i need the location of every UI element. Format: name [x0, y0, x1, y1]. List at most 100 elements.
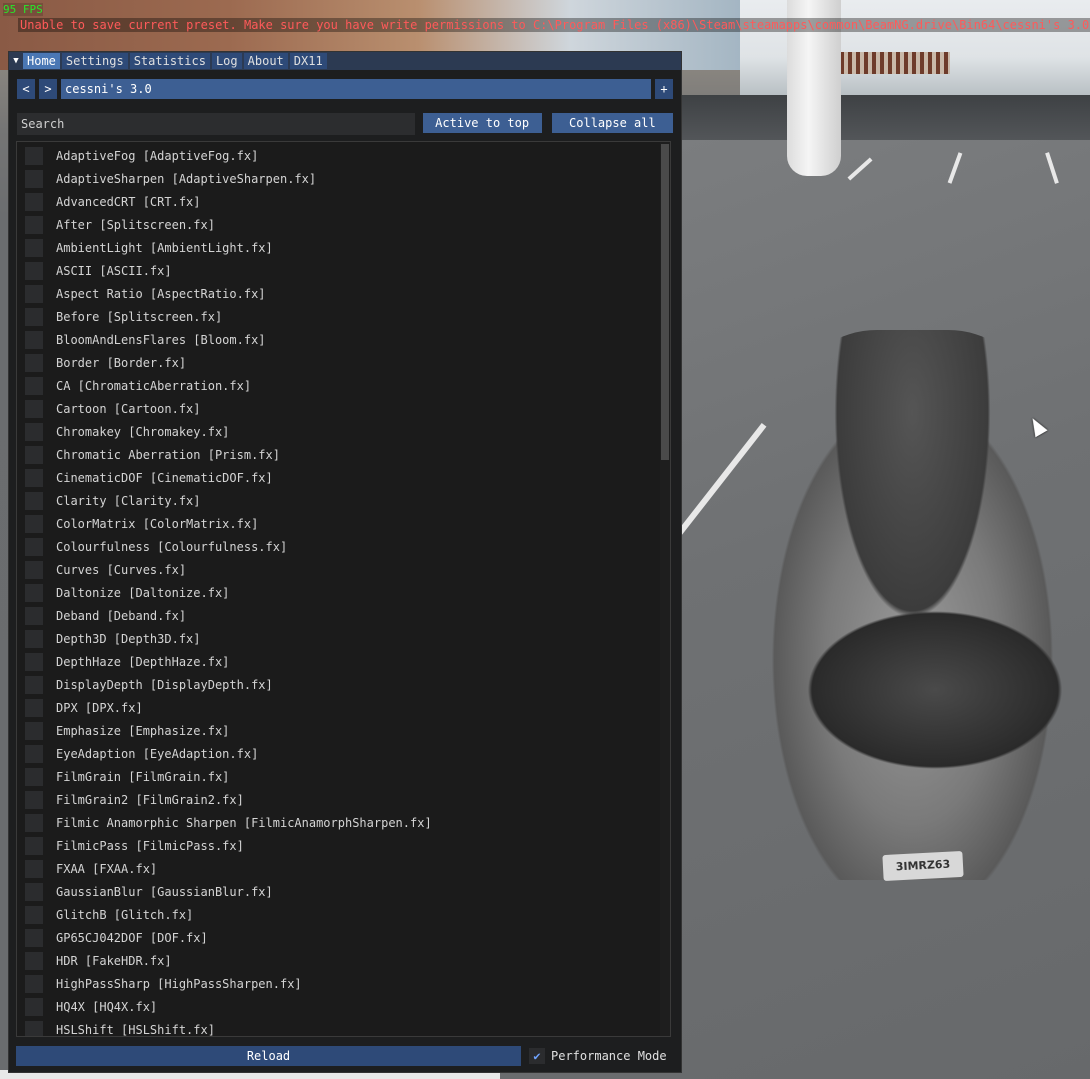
- effect-list-item[interactable]: Colourfulness [Colourfulness.fx]: [17, 535, 657, 558]
- effect-checkbox[interactable]: [25, 1020, 43, 1036]
- effect-list-item[interactable]: FilmicPass [FilmicPass.fx]: [17, 834, 657, 857]
- tab-dx11[interactable]: DX11: [289, 53, 327, 69]
- effect-checkbox[interactable]: [25, 583, 43, 602]
- effect-label[interactable]: Aspect Ratio [AspectRatio.fx]: [56, 287, 266, 301]
- effect-label[interactable]: DPX [DPX.fx]: [56, 701, 143, 715]
- effect-list-item[interactable]: CA [ChromaticAberration.fx]: [17, 374, 657, 397]
- effect-list-item[interactable]: Depth3D [Depth3D.fx]: [17, 627, 657, 650]
- effect-label[interactable]: Colourfulness [Colourfulness.fx]: [56, 540, 287, 554]
- effect-label[interactable]: DisplayDepth [DisplayDepth.fx]: [56, 678, 273, 692]
- effect-label[interactable]: EyeAdaption [EyeAdaption.fx]: [56, 747, 258, 761]
- effect-list-item[interactable]: EyeAdaption [EyeAdaption.fx]: [17, 742, 657, 765]
- effect-label[interactable]: GlitchB [Glitch.fx]: [56, 908, 193, 922]
- effect-list-item[interactable]: GP65CJ042DOF [DOF.fx]: [17, 926, 657, 949]
- effect-label[interactable]: HDR [FakeHDR.fx]: [56, 954, 172, 968]
- scrollbar[interactable]: [660, 142, 670, 1036]
- effect-label[interactable]: Emphasize [Emphasize.fx]: [56, 724, 229, 738]
- effect-checkbox[interactable]: [25, 698, 43, 717]
- effect-list-item[interactable]: BloomAndLensFlares [Bloom.fx]: [17, 328, 657, 351]
- effect-label[interactable]: GaussianBlur [GaussianBlur.fx]: [56, 885, 273, 899]
- effect-list-item[interactable]: AdvancedCRT [CRT.fx]: [17, 190, 657, 213]
- tab-log[interactable]: Log: [211, 53, 242, 69]
- effect-label[interactable]: HQ4X [HQ4X.fx]: [56, 1000, 157, 1014]
- effect-list-item[interactable]: FilmGrain2 [FilmGrain2.fx]: [17, 788, 657, 811]
- effect-list-item[interactable]: AmbientLight [AmbientLight.fx]: [17, 236, 657, 259]
- effect-label[interactable]: BloomAndLensFlares [Bloom.fx]: [56, 333, 266, 347]
- effect-checkbox[interactable]: [25, 629, 43, 648]
- effect-list-item[interactable]: HQ4X [HQ4X.fx]: [17, 995, 657, 1018]
- effect-checkbox[interactable]: [25, 560, 43, 579]
- effect-checkbox[interactable]: [25, 514, 43, 533]
- effect-list-item[interactable]: Chromakey [Chromakey.fx]: [17, 420, 657, 443]
- effect-checkbox[interactable]: [25, 422, 43, 441]
- effect-label[interactable]: GP65CJ042DOF [DOF.fx]: [56, 931, 208, 945]
- effect-label[interactable]: AdaptiveFog [AdaptiveFog.fx]: [56, 149, 258, 163]
- effect-checkbox[interactable]: [25, 606, 43, 625]
- effect-checkbox[interactable]: [25, 974, 43, 993]
- tab-about[interactable]: About: [243, 53, 288, 69]
- effect-list-item[interactable]: FXAA [FXAA.fx]: [17, 857, 657, 880]
- effect-label[interactable]: CA [ChromaticAberration.fx]: [56, 379, 251, 393]
- effect-checkbox[interactable]: [25, 215, 43, 234]
- effect-list-item[interactable]: ASCII [ASCII.fx]: [17, 259, 657, 282]
- next-preset-button[interactable]: >: [39, 79, 57, 99]
- performance-mode-checkbox[interactable]: ✔: [529, 1048, 545, 1064]
- active-to-top-button[interactable]: Active to top: [422, 113, 542, 133]
- effect-list-item[interactable]: Before [Splitscreen.fx]: [17, 305, 657, 328]
- effect-list-item[interactable]: Clarity [Clarity.fx]: [17, 489, 657, 512]
- effect-checkbox[interactable]: [25, 721, 43, 740]
- effect-list-item[interactable]: Emphasize [Emphasize.fx]: [17, 719, 657, 742]
- effect-checkbox[interactable]: [25, 767, 43, 786]
- effect-checkbox[interactable]: [25, 997, 43, 1016]
- effect-list-item[interactable]: GlitchB [Glitch.fx]: [17, 903, 657, 926]
- effect-checkbox[interactable]: [25, 169, 43, 188]
- effect-checkbox[interactable]: [25, 905, 43, 924]
- effect-checkbox[interactable]: [25, 491, 43, 510]
- effect-label[interactable]: Depth3D [Depth3D.fx]: [56, 632, 201, 646]
- effect-label[interactable]: Border [Border.fx]: [56, 356, 186, 370]
- effect-label[interactable]: HighPassSharp [HighPassSharpen.fx]: [56, 977, 302, 991]
- effect-label[interactable]: Chromakey [Chromakey.fx]: [56, 425, 229, 439]
- effect-label[interactable]: Chromatic Aberration [Prism.fx]: [56, 448, 280, 462]
- effect-label[interactable]: Filmic Anamorphic Sharpen [FilmicAnamorp…: [56, 816, 432, 830]
- effect-list-item[interactable]: Curves [Curves.fx]: [17, 558, 657, 581]
- effect-list-item[interactable]: AdaptiveFog [AdaptiveFog.fx]: [17, 144, 657, 167]
- effect-label[interactable]: Daltonize [Daltonize.fx]: [56, 586, 229, 600]
- effect-list-item[interactable]: HSLShift [HSLShift.fx]: [17, 1018, 657, 1037]
- effect-list-item[interactable]: Aspect Ratio [AspectRatio.fx]: [17, 282, 657, 305]
- effect-checkbox[interactable]: [25, 353, 43, 372]
- effect-checkbox[interactable]: [25, 744, 43, 763]
- effect-list-item[interactable]: CinematicDOF [CinematicDOF.fx]: [17, 466, 657, 489]
- effect-label[interactable]: ColorMatrix [ColorMatrix.fx]: [56, 517, 258, 531]
- effect-label[interactable]: AdaptiveSharpen [AdaptiveSharpen.fx]: [56, 172, 316, 186]
- effect-label[interactable]: FilmGrain [FilmGrain.fx]: [56, 770, 229, 784]
- effect-checkbox[interactable]: [25, 859, 43, 878]
- tab-settings[interactable]: Settings: [61, 53, 128, 69]
- effect-label[interactable]: HSLShift [HSLShift.fx]: [56, 1023, 215, 1037]
- tab-statistics[interactable]: Statistics: [129, 53, 210, 69]
- effect-list-item[interactable]: DisplayDepth [DisplayDepth.fx]: [17, 673, 657, 696]
- effect-list-item[interactable]: Daltonize [Daltonize.fx]: [17, 581, 657, 604]
- effect-label[interactable]: FilmGrain2 [FilmGrain2.fx]: [56, 793, 244, 807]
- effect-label[interactable]: CinematicDOF [CinematicDOF.fx]: [56, 471, 273, 485]
- effect-list-item[interactable]: Filmic Anamorphic Sharpen [FilmicAnamorp…: [17, 811, 657, 834]
- effect-checkbox[interactable]: [25, 652, 43, 671]
- effect-list-item[interactable]: GaussianBlur [GaussianBlur.fx]: [17, 880, 657, 903]
- effect-checkbox[interactable]: [25, 790, 43, 809]
- effect-list-item[interactable]: After [Splitscreen.fx]: [17, 213, 657, 236]
- effect-checkbox[interactable]: [25, 882, 43, 901]
- effect-list-item[interactable]: Deband [Deband.fx]: [17, 604, 657, 627]
- collapse-all-button[interactable]: Collapse all: [551, 113, 673, 133]
- effect-checkbox[interactable]: [25, 192, 43, 211]
- effect-label[interactable]: ASCII [ASCII.fx]: [56, 264, 172, 278]
- search-input[interactable]: [17, 113, 415, 135]
- tab-home[interactable]: Home: [23, 53, 60, 69]
- effect-checkbox[interactable]: [25, 376, 43, 395]
- effect-label[interactable]: Curves [Curves.fx]: [56, 563, 186, 577]
- effect-checkbox[interactable]: [25, 951, 43, 970]
- effect-list-item[interactable]: HDR [FakeHDR.fx]: [17, 949, 657, 972]
- effect-list-item[interactable]: Cartoon [Cartoon.fx]: [17, 397, 657, 420]
- effect-list-item[interactable]: Border [Border.fx]: [17, 351, 657, 374]
- effect-label[interactable]: AmbientLight [AmbientLight.fx]: [56, 241, 273, 255]
- effect-label[interactable]: Before [Splitscreen.fx]: [56, 310, 222, 324]
